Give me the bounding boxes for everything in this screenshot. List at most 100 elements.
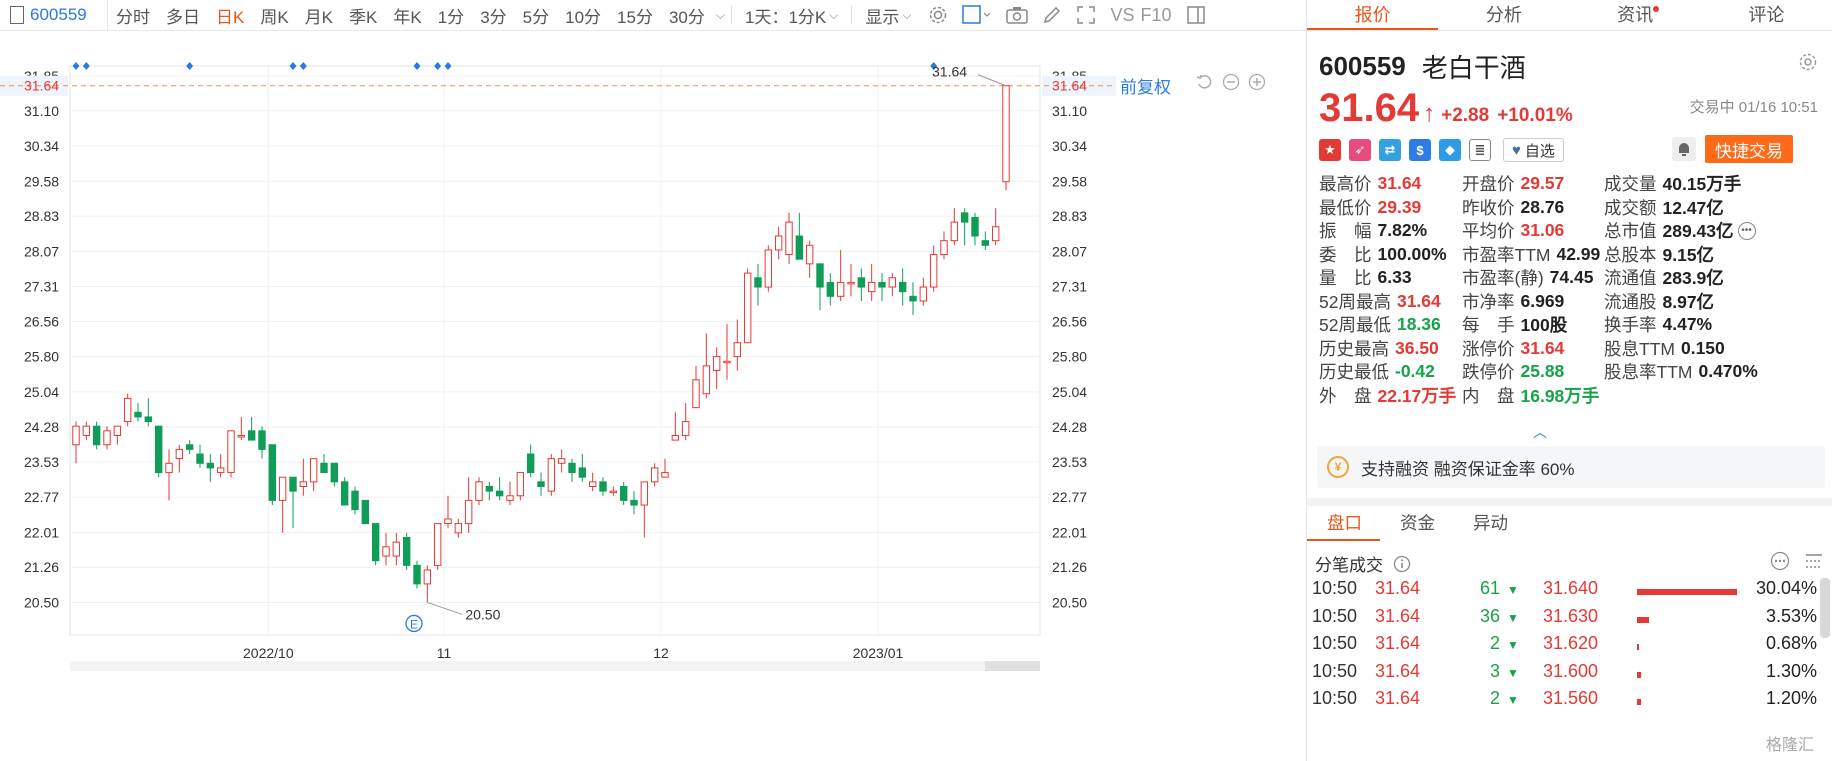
- candle-body[interactable]: [909, 295, 917, 302]
- adjust-mode-button[interactable]: 前复权: [1120, 73, 1171, 98]
- candle-body[interactable]: [196, 453, 204, 464]
- list-view-icon[interactable]: [1804, 551, 1824, 571]
- kline-chart[interactable]: 31.8531.8531.1031.1030.3430.3429.5829.58…: [0, 31, 1306, 761]
- chevron-down-icon[interactable]: ⌵: [716, 8, 725, 23]
- candle-body[interactable]: [557, 458, 566, 464]
- candle-body[interactable]: [175, 448, 184, 460]
- candle-body[interactable]: [423, 569, 432, 585]
- kline-chart-area[interactable]: 31.8531.8531.1031.1030.3430.3429.5829.58…: [0, 31, 1306, 761]
- candle-body[interactable]: [82, 425, 91, 436]
- candle-body[interactable]: [516, 472, 525, 497]
- candle-body[interactable]: [650, 467, 659, 483]
- candle-body[interactable]: [619, 485, 628, 501]
- candle-body[interactable]: [754, 277, 762, 288]
- candle-body[interactable]: [537, 481, 545, 487]
- period-tab[interactable]: 年K: [385, 3, 429, 28]
- candle-body[interactable]: [433, 523, 442, 566]
- tag-icon[interactable]: ◆: [1439, 139, 1461, 161]
- candle-body[interactable]: [898, 281, 907, 293]
- candle-body[interactable]: [330, 462, 339, 483]
- candle-body[interactable]: [640, 481, 649, 506]
- candle-body[interactable]: [123, 397, 132, 423]
- candle-body[interactable]: [371, 523, 380, 562]
- pencil-draw-icon[interactable]: [1042, 5, 1062, 25]
- candle-body[interactable]: [857, 277, 866, 288]
- candle-body[interactable]: [216, 467, 225, 474]
- candle-body[interactable]: [764, 249, 773, 288]
- candle-body[interactable]: [578, 467, 587, 478]
- candle-body[interactable]: [206, 462, 215, 469]
- candle-body[interactable]: [568, 462, 576, 474]
- period-tab[interactable]: 日K: [208, 3, 252, 28]
- candle-body[interactable]: [847, 281, 855, 285]
- period-tab[interactable]: 10分: [557, 3, 609, 28]
- candle-body[interactable]: [547, 458, 556, 492]
- tab-capital[interactable]: 资金: [1380, 506, 1453, 541]
- candle-body[interactable]: [382, 546, 390, 557]
- candle-body[interactable]: [103, 430, 111, 446]
- period-tab[interactable]: 15分: [609, 3, 661, 28]
- tab-news[interactable]: 资讯: [1570, 0, 1701, 30]
- candle-body[interactable]: [72, 425, 80, 446]
- candle-body[interactable]: [878, 281, 886, 288]
- candle-body[interactable]: [1002, 85, 1010, 183]
- collapse-chevron-icon[interactable]: ︿: [1533, 422, 1547, 442]
- candle-body[interactable]: [609, 490, 618, 494]
- candle-body[interactable]: [630, 499, 638, 506]
- period-tab[interactable]: 1分: [430, 3, 472, 28]
- candle-body[interactable]: [351, 490, 359, 511]
- candle-body[interactable]: [836, 281, 845, 297]
- zoom-out-icon[interactable]: [1222, 73, 1240, 91]
- candle-body[interactable]: [867, 281, 876, 293]
- fullscreen-icon[interactable]: [1076, 5, 1096, 25]
- candle-body[interactable]: [526, 453, 535, 474]
- candle-body[interactable]: [506, 495, 514, 501]
- candle-body[interactable]: [785, 221, 793, 256]
- stock-code-box[interactable]: 600559: [0, 0, 108, 31]
- candle-body[interactable]: [299, 481, 308, 487]
- panel-toggle-icon[interactable]: [10, 6, 24, 24]
- document-icon[interactable]: ≣: [1469, 139, 1491, 161]
- settings-gear-icon[interactable]: [928, 5, 948, 25]
- candle-body[interactable]: [289, 476, 297, 492]
- shuffle-icon[interactable]: ⇄: [1379, 139, 1401, 161]
- candle-body[interactable]: [816, 263, 824, 288]
- candle-body[interactable]: [392, 541, 401, 557]
- candle-body[interactable]: [588, 481, 597, 487]
- candle-body[interactable]: [495, 490, 504, 497]
- period-tab[interactable]: 季K: [341, 3, 385, 28]
- more-icon[interactable]: [1770, 551, 1790, 571]
- candle-body[interactable]: [454, 523, 463, 534]
- candle-body[interactable]: [599, 481, 607, 492]
- candle-body[interactable]: [247, 430, 256, 441]
- more-icon[interactable]: •••: [1737, 221, 1756, 240]
- zoom-in-icon[interactable]: [1248, 73, 1266, 91]
- period-tab[interactable]: 分时: [108, 3, 158, 28]
- candle-body[interactable]: [320, 462, 328, 474]
- reset-icon[interactable]: [1196, 73, 1214, 91]
- tab-orderbook[interactable]: 盘口: [1307, 506, 1380, 541]
- color-square-icon[interactable]: [962, 5, 992, 25]
- gear-icon[interactable]: [1798, 52, 1818, 72]
- tick-scrollbar[interactable]: [1820, 578, 1830, 638]
- candle-body[interactable]: [981, 240, 990, 246]
- candle-body[interactable]: [268, 444, 277, 501]
- candle-body[interactable]: [154, 425, 163, 474]
- candle-body[interactable]: [950, 221, 959, 242]
- candle-body[interactable]: [485, 485, 494, 492]
- quick-trade-button[interactable]: 快捷交易: [1705, 135, 1793, 163]
- candle-body[interactable]: [712, 356, 721, 372]
- candle-body[interactable]: [702, 365, 711, 395]
- candle-body[interactable]: [134, 411, 142, 418]
- runner-icon[interactable]: ➶: [1349, 139, 1371, 161]
- tab-quote[interactable]: 报价: [1307, 0, 1439, 30]
- candle-body[interactable]: [971, 216, 979, 237]
- candle-body[interactable]: [774, 235, 783, 251]
- candle-body[interactable]: [681, 421, 690, 436]
- period-tab[interactable]: 3分: [472, 3, 514, 28]
- china-flag-icon[interactable]: ★: [1319, 139, 1341, 161]
- candle-body[interactable]: [991, 226, 1000, 242]
- candle-body[interactable]: [464, 499, 473, 525]
- info-icon[interactable]: [1393, 555, 1411, 573]
- candle-body[interactable]: [826, 281, 835, 297]
